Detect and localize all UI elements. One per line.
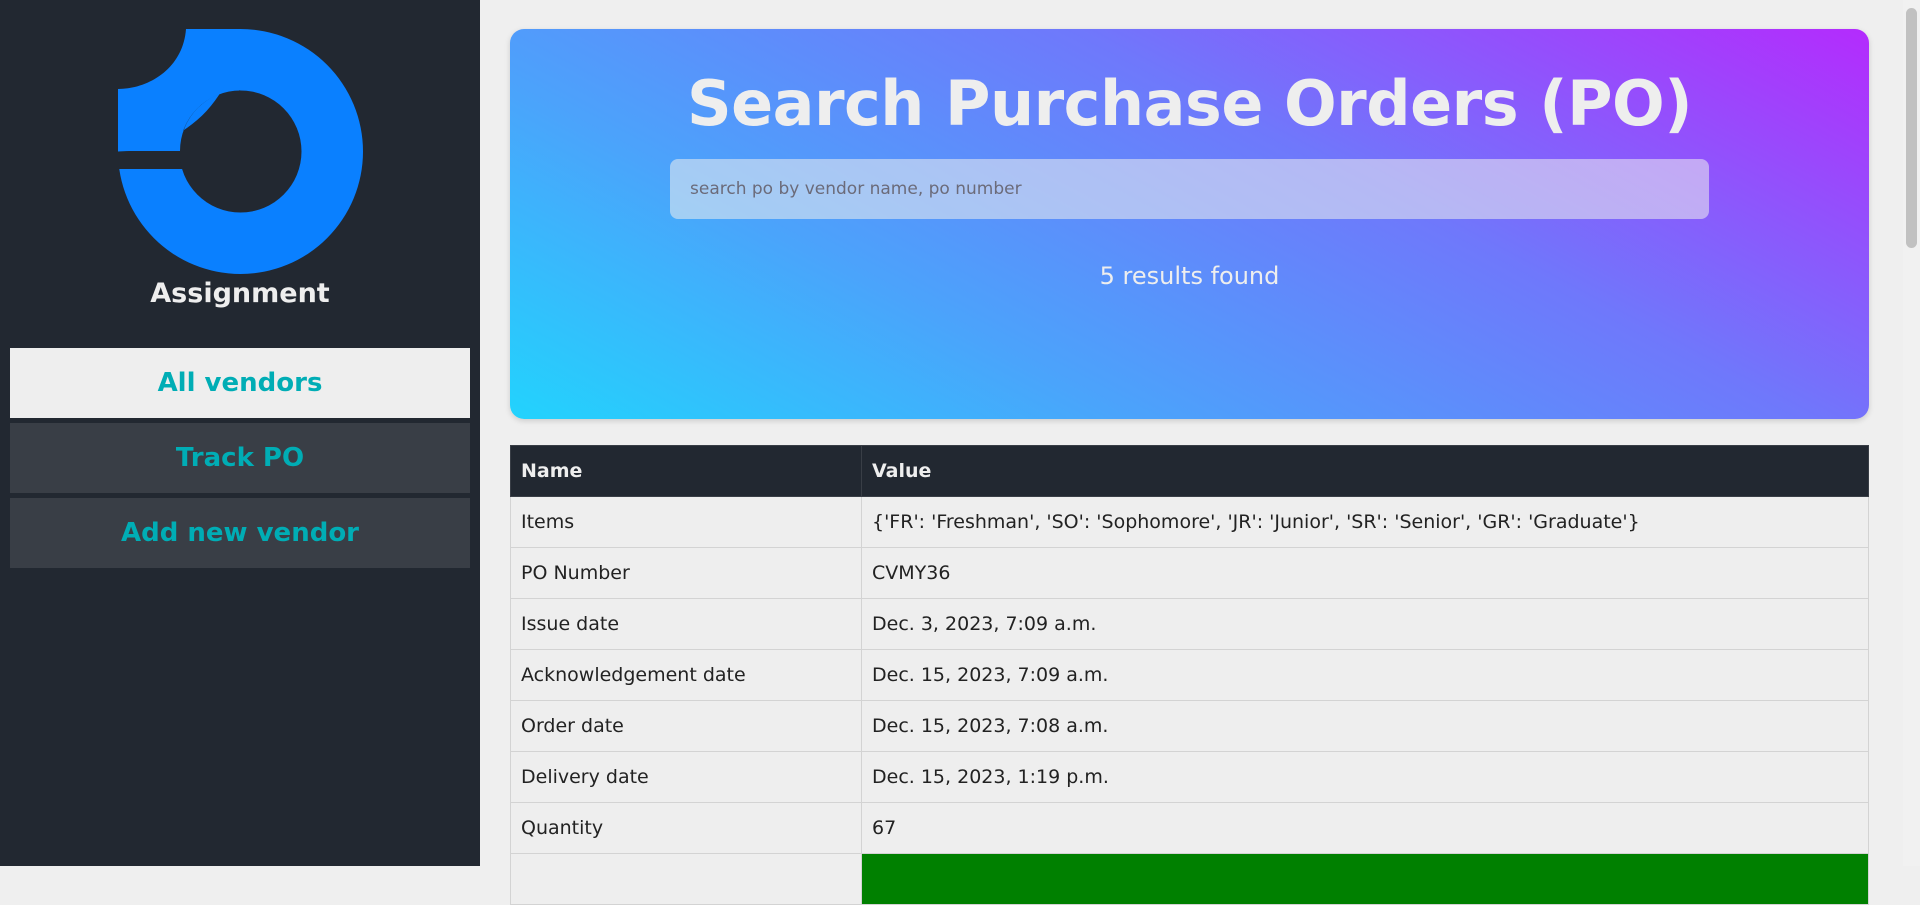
row-name: PO Number <box>510 547 862 599</box>
row-name: Quantity <box>510 802 862 854</box>
table-row <box>510 853 1869 905</box>
row-name: Acknowledgement date <box>510 649 862 701</box>
brand-logo-icon <box>118 29 363 274</box>
table-row: Quantity 67 <box>510 802 1869 854</box>
table-row: Order date Dec. 15, 2023, 7:08 a.m. <box>510 700 1869 752</box>
row-value: Dec. 3, 2023, 7:09 a.m. <box>861 598 1869 650</box>
page-scrollbar[interactable] <box>1903 0 1920 866</box>
row-name: Items <box>510 496 862 548</box>
row-name: Order date <box>510 700 862 752</box>
nav-all-vendors[interactable]: All vendors <box>10 348 470 418</box>
nav-track-po[interactable]: Track PO <box>10 423 470 493</box>
table-row: Delivery date Dec. 15, 2023, 1:19 p.m. <box>510 751 1869 803</box>
scrollbar-thumb[interactable] <box>1906 8 1917 248</box>
row-value: 67 <box>861 802 1869 854</box>
column-header-value: Value <box>861 445 1869 497</box>
row-value: Dec. 15, 2023, 7:08 a.m. <box>861 700 1869 752</box>
main-content: Search Purchase Orders (PO) 5 results fo… <box>510 29 1869 905</box>
row-name: Delivery date <box>510 751 862 803</box>
search-hero: Search Purchase Orders (PO) 5 results fo… <box>510 29 1869 419</box>
row-name: Issue date <box>510 598 862 650</box>
column-header-name: Name <box>510 445 862 497</box>
table-row: Acknowledgement date Dec. 15, 2023, 7:09… <box>510 649 1869 701</box>
results-count: 5 results found <box>1099 262 1280 290</box>
page-title: Search Purchase Orders (PO) <box>686 67 1693 140</box>
nav-label: All vendors <box>157 368 323 398</box>
status-cell <box>861 853 1869 905</box>
nav-label: Add new vendor <box>121 518 359 548</box>
table-row: PO Number CVMY36 <box>510 547 1869 599</box>
row-value: {'FR': 'Freshman', 'SO': 'Sophomore', 'J… <box>861 496 1869 548</box>
nav-label: Track PO <box>175 443 305 473</box>
row-value: Dec. 15, 2023, 7:09 a.m. <box>861 649 1869 701</box>
nav-add-new-vendor[interactable]: Add new vendor <box>10 498 470 568</box>
po-details-table: Name Value Items {'FR': 'Freshman', 'SO'… <box>510 445 1869 905</box>
table-header-row: Name Value <box>510 445 1869 497</box>
brand-name: Assignment <box>150 278 330 309</box>
table-row: Issue date Dec. 3, 2023, 7:09 a.m. <box>510 598 1869 650</box>
search-input[interactable] <box>670 159 1709 219</box>
row-value: Dec. 15, 2023, 1:19 p.m. <box>861 751 1869 803</box>
sidebar: Assignment All vendors Track PO Add new … <box>0 0 480 866</box>
row-name <box>510 853 862 905</box>
table-row: Items {'FR': 'Freshman', 'SO': 'Sophomor… <box>510 496 1869 548</box>
row-value: CVMY36 <box>861 547 1869 599</box>
